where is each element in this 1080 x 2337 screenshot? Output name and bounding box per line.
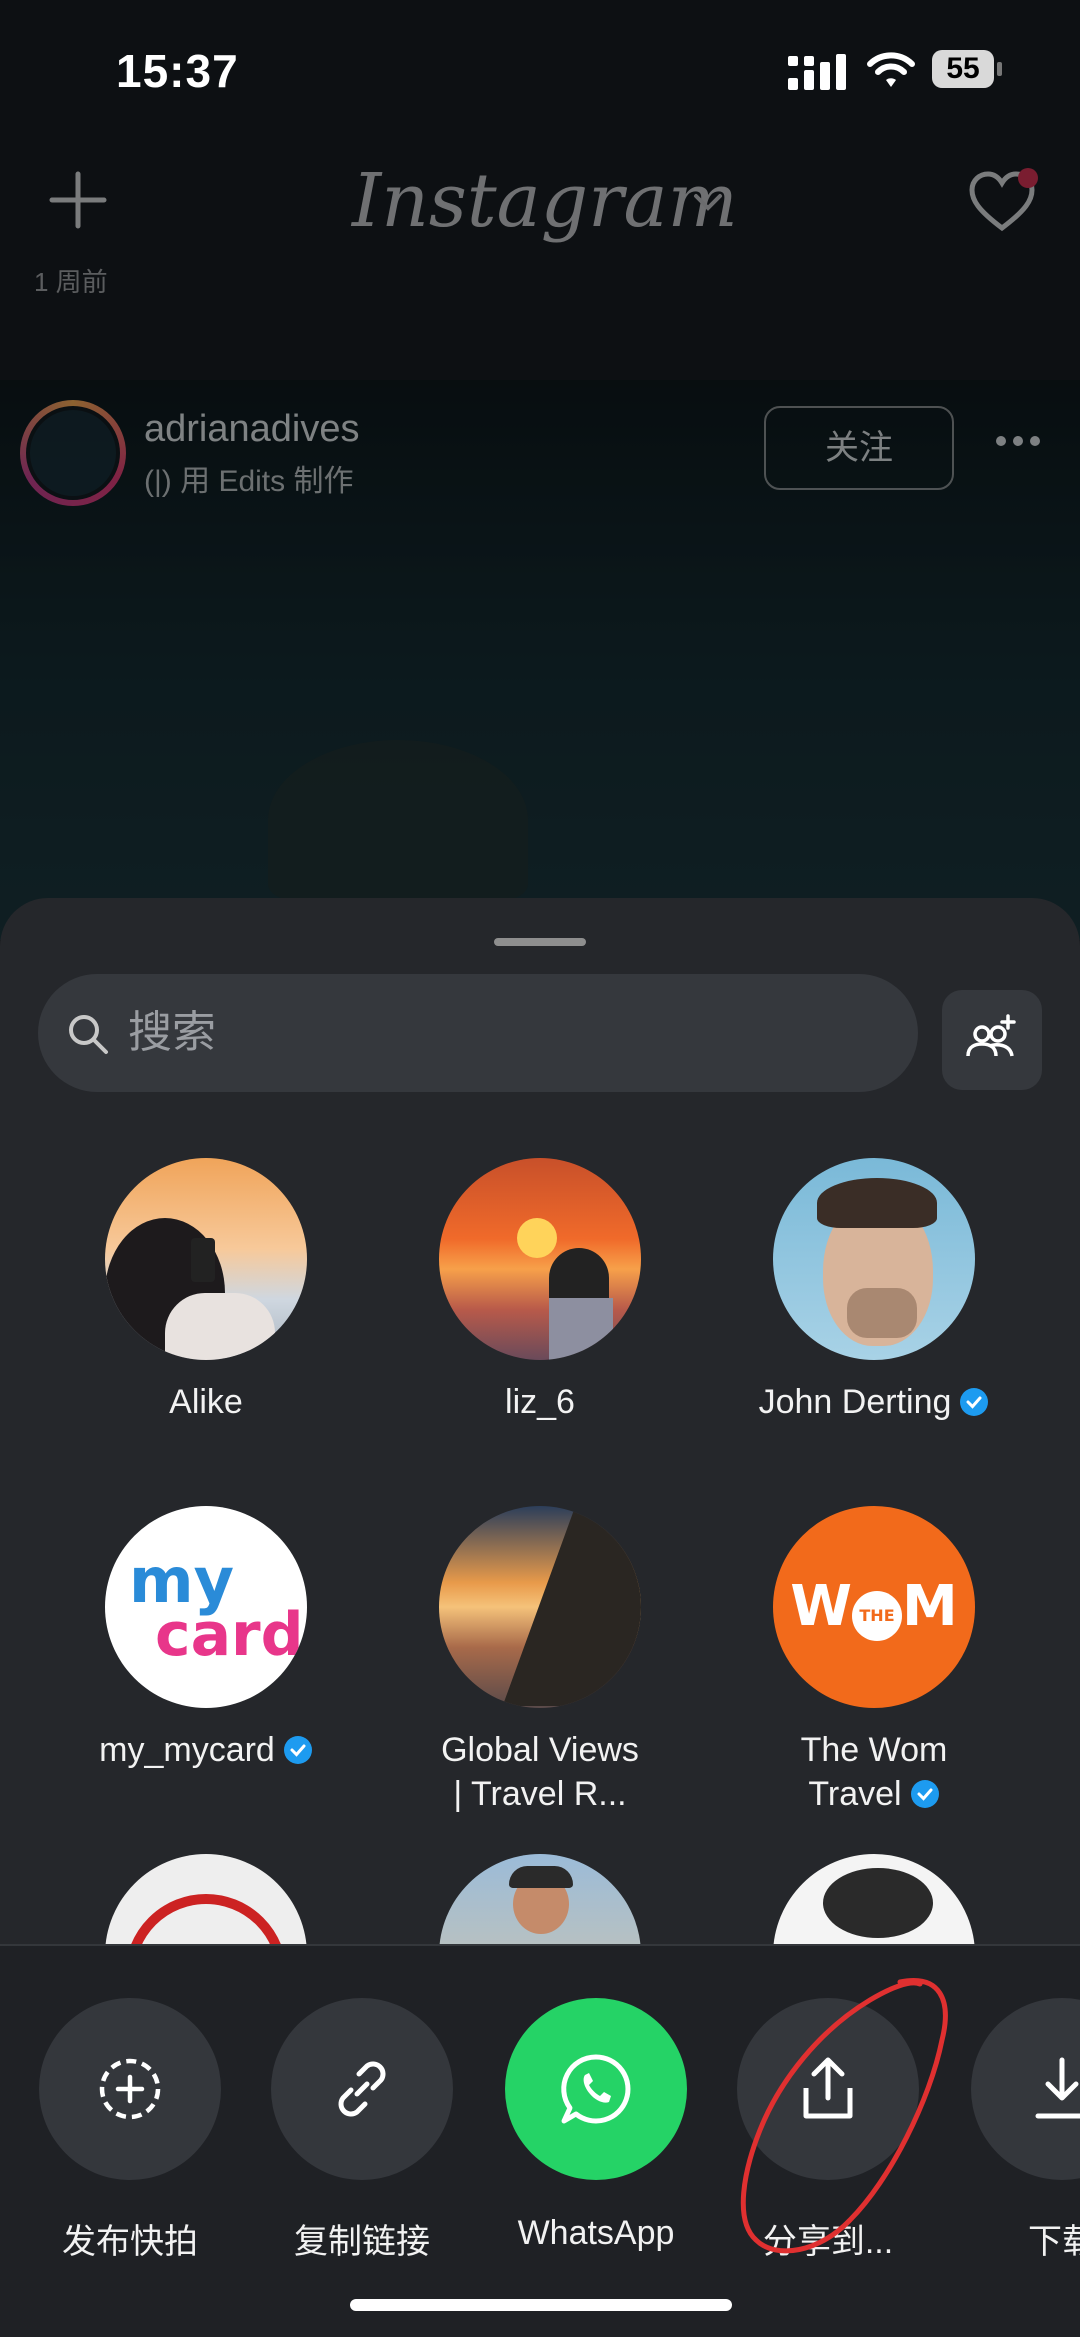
wifi-icon	[867, 52, 915, 87]
mycard-logo: my card	[129, 1544, 304, 1670]
contact-item[interactable]: Global Views | Travel R...	[374, 1506, 706, 1816]
download-icon	[1035, 2057, 1080, 2119]
cellular-signal-icon	[788, 54, 846, 90]
add-people-button[interactable]	[942, 990, 1042, 1090]
contact-name: liz_6	[505, 1383, 575, 1421]
audio-icon: (|)	[144, 465, 181, 498]
avatar[interactable]	[773, 1158, 975, 1360]
search-bar[interactable]: 搜索	[38, 974, 918, 1092]
add-story-icon	[99, 2058, 161, 2120]
contact-name: my_mycard	[40, 1728, 372, 1772]
whatsapp-button[interactable]: WhatsApp	[496, 1998, 696, 2253]
instagram-logo[interactable]: Instagram	[352, 158, 738, 244]
contact-item[interactable]: liz_6	[374, 1158, 706, 1424]
link-icon	[338, 2061, 386, 2117]
plus-icon[interactable]	[48, 170, 108, 230]
home-indicator[interactable]	[350, 2299, 732, 2311]
battery-level: 55	[932, 50, 994, 88]
add-story-button[interactable]: 发布快拍	[30, 1998, 230, 2263]
whatsapp-icon	[561, 2054, 631, 2124]
avatar[interactable]	[105, 1158, 307, 1360]
verified-badge-icon	[910, 1780, 939, 1808]
chevron-down-icon[interactable]	[692, 190, 724, 214]
post-subtitle: (|) 用 Edits 制作	[144, 456, 353, 500]
avatar[interactable]: W THE M	[773, 1506, 975, 1708]
post-image-subject	[268, 740, 528, 900]
verified-badge-icon	[283, 1736, 312, 1764]
contact-name: John Derting	[708, 1380, 1040, 1424]
copy-link-button[interactable]: 复制链接	[262, 1998, 462, 2263]
action-label: 发布快拍	[62, 2223, 198, 2261]
contact-item[interactable]: Alike	[40, 1158, 372, 1424]
search-input[interactable]: 搜索	[128, 974, 216, 1092]
status-bar: 15:37 55	[0, 0, 1080, 140]
avatar[interactable]	[20, 400, 126, 506]
verified-badge-icon	[960, 1388, 989, 1416]
add-people-icon	[966, 1014, 1016, 1057]
contact-item[interactable]: John Derting	[708, 1158, 1040, 1424]
contact-name: The Wom Travel	[800, 1731, 948, 1813]
status-time: 15:37	[116, 45, 239, 97]
avatar[interactable]	[439, 1506, 641, 1708]
post-subtitle-text: 用 Edits 制作	[180, 465, 354, 498]
contact-item[interactable]: W THE M The Wom Travel	[708, 1506, 1040, 1816]
action-label: 复制链接	[294, 2223, 430, 2261]
post-username[interactable]: adrianadives	[144, 408, 359, 451]
sheet-grabber[interactable]	[494, 938, 586, 946]
post-header: adrianadives (|) 用 Edits 制作 关注	[0, 390, 1080, 510]
action-label: WhatsApp	[517, 2214, 675, 2252]
action-label: 下载	[1028, 2223, 1080, 2261]
annotation-circle	[740, 1978, 948, 2254]
search-icon	[69, 1015, 108, 1054]
download-button[interactable]: 下载	[962, 1998, 1080, 2263]
contact-name: Alike	[169, 1383, 243, 1421]
avatar[interactable]: my card	[105, 1506, 307, 1708]
follow-button[interactable]: 关注	[764, 406, 954, 490]
instagram-header: Instagram 1 周前	[0, 150, 1080, 380]
contact-item[interactable]: my card my_mycard	[40, 1506, 372, 1772]
more-options-icon[interactable]	[994, 434, 1042, 448]
wom-logo: W THE M	[790, 1574, 958, 1641]
contact-name: Global Views | Travel R...	[441, 1731, 639, 1813]
notification-dot	[1018, 168, 1038, 188]
post-time-label: 1 周前	[34, 267, 108, 297]
avatar[interactable]	[439, 1158, 641, 1360]
battery-icon: 55	[932, 50, 1004, 90]
